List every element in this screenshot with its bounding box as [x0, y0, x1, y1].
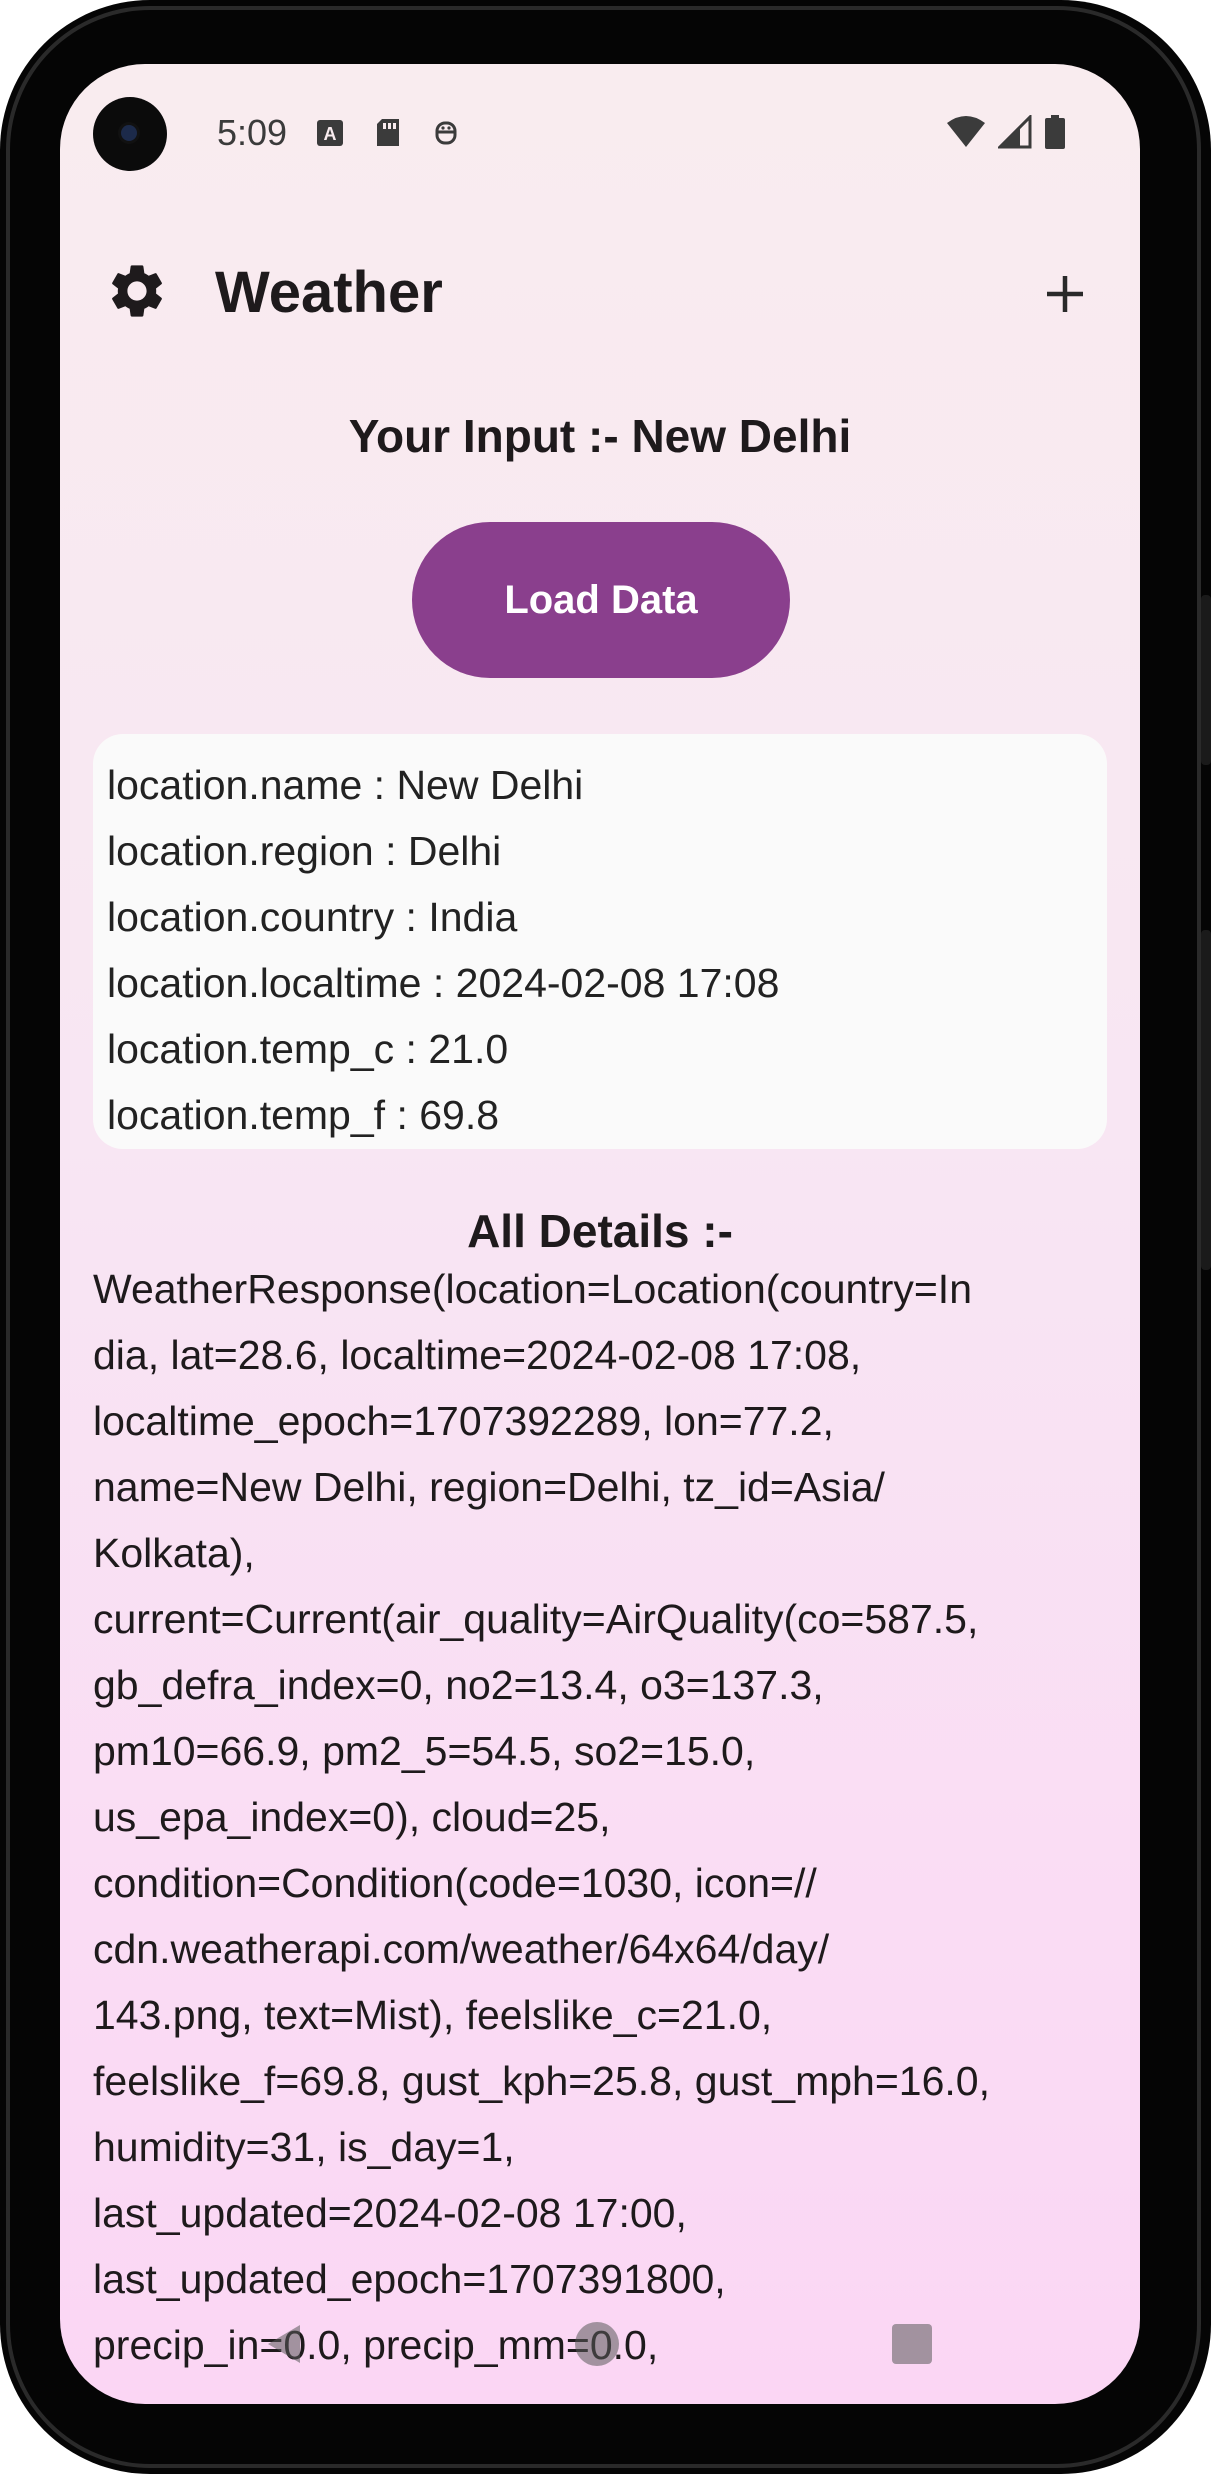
load-data-button[interactable]: Load Data [412, 522, 790, 678]
details-line: condition=Condition(code=1030, icon=// [93, 1860, 817, 1906]
battery-icon [1045, 115, 1065, 149]
recents-icon[interactable] [892, 2324, 932, 2364]
camera-cutout [93, 97, 167, 171]
location-localtime-line: location.localtime : 2024-02-08 17:08 [107, 960, 780, 1006]
details-line: cdn.weatherapi.com/weather/64x64/day/ [93, 1926, 830, 1972]
wifi-icon [947, 116, 985, 147]
details-line: current=Current(air_quality=AirQuality(c… [93, 1596, 979, 1642]
all-details-text: WeatherResponse(location=Location(countr… [93, 1256, 1123, 2378]
all-details-title: All Details :- [467, 1205, 733, 1257]
location-card: location.name : New Delhi location.regio… [93, 734, 1107, 1149]
gear-icon[interactable] [105, 259, 169, 323]
details-line: us_epa_index=0), cloud=25, [93, 1794, 611, 1840]
location-region-line: location.region : Delhi [107, 828, 502, 874]
details-line: feelslike_f=69.8, gust_kph=25.8, gust_mp… [93, 2058, 990, 2104]
app-title: Weather [215, 260, 443, 325]
plus-icon[interactable] [1035, 264, 1095, 324]
signal-icon [998, 115, 1032, 149]
system-status-icons [946, 114, 1066, 150]
details-line: humidity=31, is_day=1, [93, 2124, 515, 2170]
details-line: last_updated=2024-02-08 17:00, [93, 2190, 687, 2236]
android-debug-icon [435, 121, 457, 145]
sd-card-icon [377, 119, 399, 146]
location-temp-f-line: location.temp_f : 69.8 [107, 1092, 500, 1138]
location-name-line: location.name : New Delhi [107, 762, 584, 808]
location-temp-c-line: location.temp_c : 21.0 [107, 1026, 509, 1072]
location-country-line: location.country : India [107, 894, 518, 940]
details-line: Kolkata), [93, 1530, 255, 1576]
power-button [1201, 930, 1211, 1270]
svg-text:A: A [324, 124, 337, 144]
details-line: 143.png, text=Mist), feelslike_c=21.0, [93, 1992, 773, 2038]
details-line: gb_defra_index=0, no2=13.4, o3=137.3, [93, 1662, 824, 1708]
home-icon[interactable] [575, 2322, 619, 2366]
back-icon[interactable] [260, 2319, 310, 2369]
system-navigation-bar [60, 2294, 1140, 2404]
device-frame: 5:09 A Weather Your Input:- New Delhi L… [0, 0, 1211, 2474]
text-notification-icon: A [317, 120, 343, 146]
user-input-label: Your Input :- New Delhi [348, 410, 852, 462]
details-line: dia, lat=28.6, localtime=2024-02-08 17:0… [93, 1332, 862, 1378]
details-line: localtime_epoch=1707392289, lon=77.2, [93, 1398, 834, 1444]
status-time: 5:09 [217, 112, 288, 153]
volume-button [1201, 595, 1211, 765]
notification-icons: A [315, 116, 461, 148]
details-line: WeatherResponse(location=Location(countr… [93, 1266, 972, 1312]
screen: 5:09 A Weather Your Input:- New Delhi L… [60, 64, 1140, 2404]
details-line: pm10=66.9, pm2_5=54.5, so2=15.0, [93, 1728, 756, 1774]
details-line: name=New Delhi, region=Delhi, tz_id=Asia… [93, 1464, 885, 1510]
